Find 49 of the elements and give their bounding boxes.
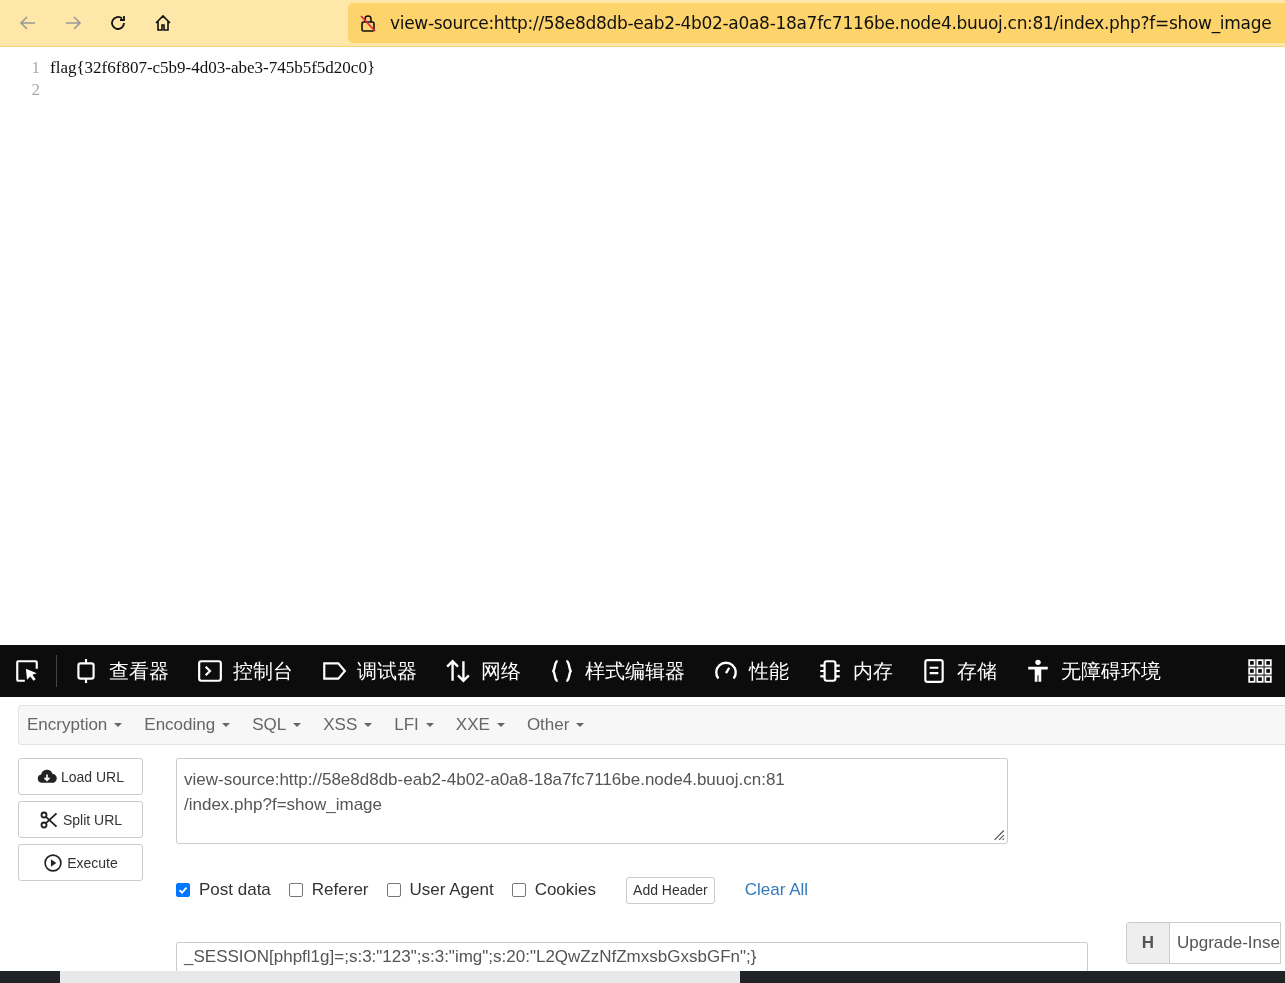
- devtools-tab[interactable]: 样式编辑器: [549, 657, 685, 685]
- url-field[interactable]: view-source:http://58e8d8db-eab2-4b02-a0a8-18a7fc7116be.node4.buuoj.cn:81 /index.php?f=show_image: [176, 758, 1008, 844]
- insecure-lock-icon: [358, 13, 378, 33]
- devtools-tab[interactable]: 查看器: [73, 657, 169, 685]
- memory-chip-icon: [817, 658, 843, 684]
- play-icon: [43, 852, 64, 873]
- home-icon[interactable]: [153, 13, 173, 33]
- checkmark-icon: [177, 884, 189, 896]
- line-number: 2: [30, 80, 41, 100]
- devtools-tab[interactable]: 调试器: [321, 657, 417, 685]
- checkbox[interactable]: [386, 883, 401, 897]
- reload-icon[interactable]: [108, 13, 128, 33]
- dropdown-menu[interactable]: Encoding: [144, 715, 231, 735]
- checkbox[interactable]: [288, 883, 303, 897]
- action-button[interactable]: Execute: [18, 844, 143, 881]
- source-text: flag{32f6f807-c5b9-4d03-abe3-745b5f5d20c0}: [50, 58, 376, 78]
- checkbox[interactable]: [511, 883, 526, 897]
- address-bar[interactable]: view-source:http://58e8d8db-eab2-4b02-a0a8-18a7fc7116be.node4.buuoj.cn:81/index.php?f=show_image: [348, 3, 1285, 43]
- dropdown-menu[interactable]: XXE: [455, 715, 505, 735]
- line-number: 1: [30, 58, 41, 78]
- scissors-icon: [38, 809, 59, 830]
- devtools-tab[interactable]: 存储: [921, 657, 997, 685]
- add-header-button[interactable]: Add Header: [626, 876, 715, 904]
- pick-element-icon[interactable]: [14, 658, 40, 684]
- action-button[interactable]: Split URL: [18, 801, 143, 838]
- terminal-icon: [197, 658, 223, 684]
- person-icon: [1025, 658, 1051, 684]
- dropdown-menu[interactable]: LFI: [394, 715, 434, 735]
- dropdown-menu[interactable]: Other: [526, 715, 585, 735]
- dropdown-menu[interactable]: SQL: [252, 715, 302, 735]
- checkbox-label: Cookies: [534, 880, 597, 900]
- devtools-tab[interactable]: 网络: [445, 657, 521, 685]
- dropdown-menu[interactable]: Encryption: [27, 715, 123, 735]
- document-icon: [921, 658, 947, 684]
- devtools-tab[interactable]: 内存: [817, 657, 893, 685]
- checkbox[interactable]: [176, 883, 190, 897]
- action-button[interactable]: Load URL: [18, 758, 143, 795]
- more-tools-icon[interactable]: [1247, 658, 1273, 684]
- braces-icon: [549, 658, 575, 684]
- devtools-tab[interactable]: 性能: [713, 657, 789, 685]
- arrows-icon: [445, 658, 471, 684]
- devtools-tab[interactable]: 无障碍环境: [1025, 657, 1161, 685]
- devtools-tab[interactable]: 控制台: [197, 657, 293, 685]
- dropdown-menu[interactable]: XSS: [323, 715, 373, 735]
- checkbox-label: User Agent: [409, 880, 494, 900]
- clear-all-link[interactable]: Clear All: [744, 880, 809, 900]
- checkbox-label: Post data: [199, 880, 271, 900]
- checkbox-label: Referer: [311, 880, 369, 900]
- resize-handle-icon[interactable]: [991, 827, 1005, 841]
